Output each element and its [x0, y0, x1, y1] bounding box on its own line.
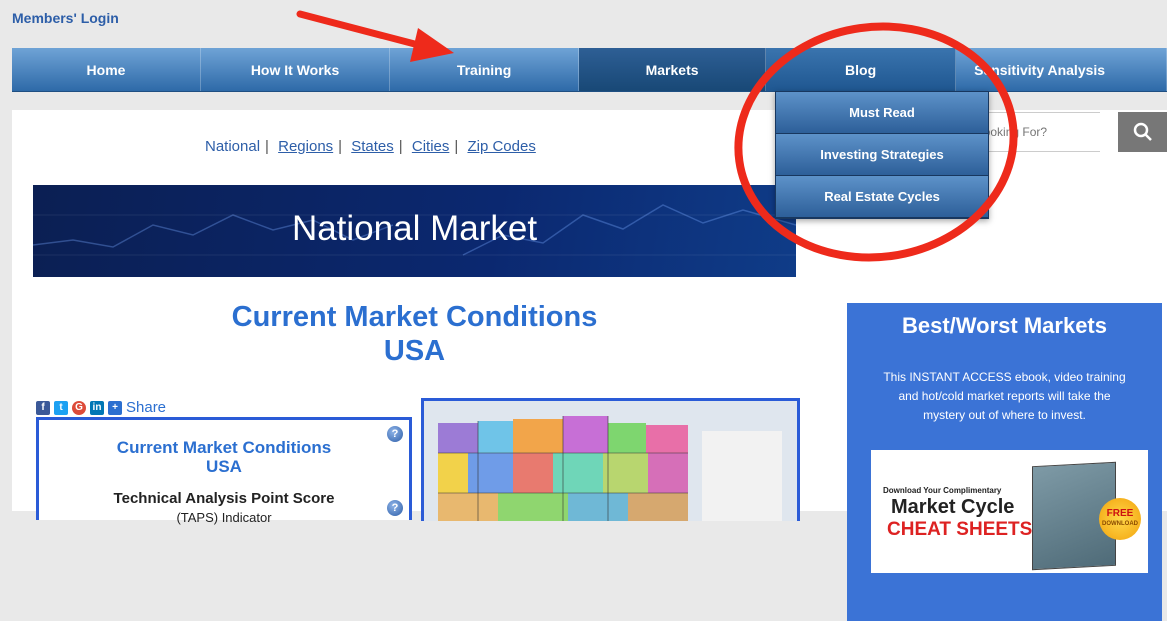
dropdown-item-investing-strategies[interactable]: Investing Strategies: [776, 134, 988, 176]
share-link[interactable]: Share: [126, 399, 166, 416]
subnav-separator: |: [398, 138, 403, 155]
taps-subtitle-2: (TAPS) Indicator: [176, 510, 272, 525]
subnav-separator: |: [454, 138, 459, 155]
help-icon[interactable]: ?: [387, 500, 403, 516]
google-plus-icon[interactable]: G: [72, 400, 86, 415]
search-input[interactable]: [970, 112, 1100, 152]
subnav-national[interactable]: National: [205, 138, 260, 155]
main-navbar: Home How It Works Training Markets Blog …: [12, 48, 1167, 92]
ad-cheat-sheets-text: CHEAT SHEETS: [887, 519, 1033, 540]
page-title-line2: USA: [383, 335, 446, 367]
nav-blog[interactable]: Blog: [766, 48, 957, 91]
subnav-zip-codes[interactable]: Zip Codes: [467, 138, 535, 155]
us-market-map[interactable]: [421, 398, 800, 521]
taps-subtitle: Technical Analysis Point Score: [113, 490, 335, 507]
national-market-banner: National Market: [33, 185, 796, 277]
search-icon: [1133, 122, 1152, 141]
subnav-states[interactable]: States: [351, 138, 394, 155]
facebook-icon[interactable]: f: [36, 400, 50, 415]
share-plus-icon[interactable]: +: [108, 400, 122, 415]
sidebar-title: Best/Worst Markets: [902, 313, 1107, 338]
nav-home[interactable]: Home: [12, 48, 202, 91]
blog-dropdown-menu: Must Read Investing Strategies Real Esta…: [775, 91, 989, 219]
ad-market-cycle-text: Market Cycle: [891, 496, 1015, 518]
banner-title: National Market: [291, 209, 538, 248]
members-login-link[interactable]: Members' Login: [12, 10, 119, 26]
free-download-badge: FREE DOWNLOAD: [1099, 498, 1141, 540]
linkedin-icon[interactable]: in: [90, 400, 104, 415]
badge-download-text: DOWNLOAD: [1102, 521, 1138, 527]
taps-info-box: ? Current Market Conditions USA Technica…: [36, 417, 412, 525]
page-title-line1: Current Market Conditions: [231, 301, 598, 333]
subnav-regions[interactable]: Regions: [278, 138, 333, 155]
nav-how-it-works[interactable]: How It Works: [201, 48, 391, 91]
best-worst-markets-panel: Best/Worst Markets This INSTANT ACCESS e…: [847, 303, 1162, 621]
sidebar-description: This INSTANT ACCESS ebook, video trainin…: [883, 370, 1126, 422]
map-regions-graphic: [438, 416, 782, 521]
share-bar: f t G in + Share: [36, 399, 166, 416]
nav-markets[interactable]: Markets: [579, 48, 767, 91]
info-box-title-line2: USA: [206, 457, 242, 476]
main-content: National | Regions | States | Cities | Zip C…: [12, 110, 1167, 621]
nav-sensitivity-analysis[interactable]: Sensitivity Analysis: [956, 48, 1167, 91]
subnav-separator: |: [265, 138, 269, 155]
search-button[interactable]: [1118, 112, 1167, 152]
subnav-separator: |: [338, 138, 343, 155]
twitter-icon[interactable]: t: [54, 400, 68, 415]
help-icon[interactable]: ?: [387, 426, 403, 442]
dropdown-item-real-estate-cycles[interactable]: Real Estate Cycles: [776, 176, 988, 218]
info-box-title-line1: Current Market Conditions: [116, 438, 332, 457]
page-title: Current Market Conditions USA: [33, 300, 796, 368]
info-box-title: Current Market Conditions USA: [39, 438, 409, 476]
dropdown-item-must-read[interactable]: Must Read: [776, 92, 988, 134]
market-subnav: National | Regions | States | Cities | Zip C…: [200, 138, 541, 155]
nav-training[interactable]: Training: [390, 48, 580, 91]
subnav-cities[interactable]: Cities: [412, 138, 450, 155]
ad-download-text: Download Your Complimentary: [883, 486, 1002, 495]
cheat-sheets-ad[interactable]: Download Your Complimentary Market Cycle…: [871, 450, 1148, 573]
